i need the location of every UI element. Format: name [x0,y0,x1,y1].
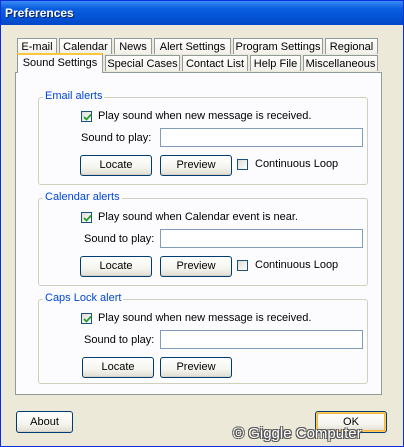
tab-news[interactable]: News [114,38,152,54]
sound-file-input[interactable] [160,330,363,349]
locate-button[interactable]: Locate [82,357,154,378]
preferences-window: Preferences E-mail Calendar News Alert S… [0,0,404,447]
checkmark-icon [83,315,92,323]
tab-program-settings[interactable]: Program Settings [233,38,323,54]
tab-sound-settings[interactable]: Sound Settings [17,53,103,73]
title-bar: Preferences [1,1,403,25]
sound-to-play-label: Sound to play: [84,233,155,245]
continuous-loop-checkbox[interactable] [237,260,248,271]
sound-settings-panel: Email alerts Play sound when new message… [15,72,382,395]
sound-to-play-label: Sound to play: [84,334,155,346]
sound-file-input[interactable] [160,128,363,147]
preview-button[interactable]: Preview [160,256,232,277]
sound-file-input[interactable] [160,229,363,248]
tab-email[interactable]: E-mail [17,38,57,54]
window-title: Preferences [5,6,74,20]
play-sound-label: Play sound when new message is received. [98,312,312,324]
play-sound-label: Play sound when new message is received. [98,110,312,122]
sound-to-play-label: Sound to play: [81,132,152,144]
continuous-loop-label: Continuous Loop [255,259,339,271]
play-sound-checkbox[interactable] [81,313,92,324]
calendar-alerts-group: Calendar alerts Play sound when Calendar… [38,191,368,286]
tab-miscellaneous[interactable]: Miscellaneous [303,55,378,71]
locate-button[interactable]: Locate [80,155,152,176]
tab-regional[interactable]: Regional [325,38,378,54]
tab-special-cases[interactable]: Special Cases [105,55,180,71]
about-button[interactable]: About [16,411,73,433]
play-sound-checkbox[interactable] [81,212,92,223]
continuous-loop-label: Continuous Loop [255,158,339,170]
copyright-watermark: © Giggle Computer [233,425,362,442]
preview-button[interactable]: Preview [160,155,232,176]
checkmark-icon [83,214,92,222]
preview-button[interactable]: Preview [160,357,232,378]
play-sound-checkbox[interactable] [81,111,92,122]
tab-help-file[interactable]: Help File [250,55,301,71]
play-sound-label: Play sound when Calendar event is near. [98,211,298,223]
tab-contact-list[interactable]: Contact List [182,55,248,71]
group-title: Caps Lock alert [43,292,124,304]
tab-calendar[interactable]: Calendar [59,38,112,54]
continuous-loop-checkbox[interactable] [237,159,248,170]
email-alerts-group: Email alerts Play sound when new message… [38,90,368,185]
group-title: Calendar alerts [43,191,122,203]
locate-button[interactable]: Locate [80,256,152,277]
checkmark-icon [83,113,92,121]
group-title: Email alerts [43,90,105,102]
caps-lock-alert-group: Caps Lock alert Play sound when new mess… [38,292,368,384]
tab-alert-settings[interactable]: Alert Settings [154,38,231,54]
